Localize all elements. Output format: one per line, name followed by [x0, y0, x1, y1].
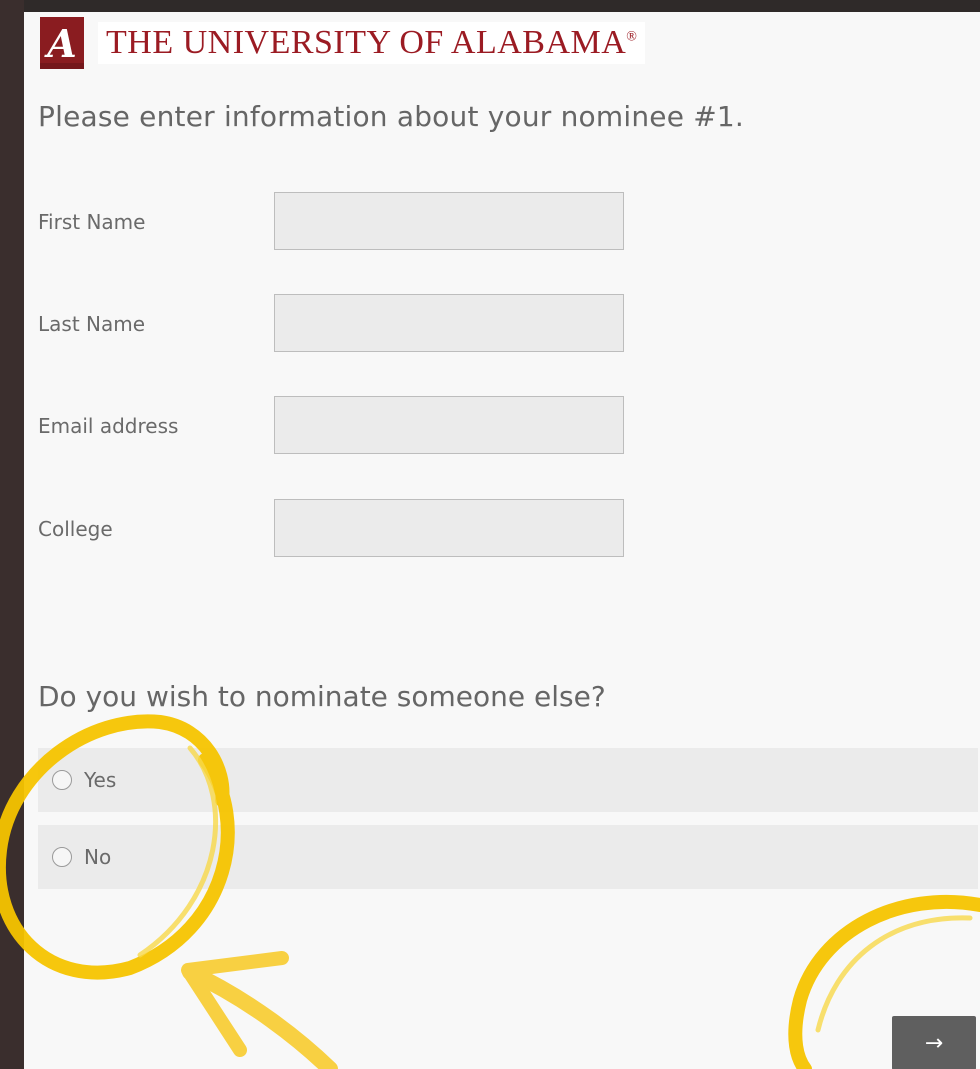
- nominee-prompt: Please enter information about your nomi…: [38, 100, 745, 133]
- choice-yes-label: Yes: [84, 768, 117, 792]
- college-row: College: [38, 499, 638, 561]
- choice-yes[interactable]: Yes: [38, 748, 978, 812]
- right-arrow-icon: →: [924, 1030, 944, 1056]
- script-a-logo-icon: A: [40, 17, 84, 69]
- email-row: Email address: [38, 396, 638, 458]
- last-name-row: Last Name: [38, 294, 638, 356]
- last-name-input[interactable]: [274, 294, 624, 352]
- radio-yes[interactable]: [52, 770, 72, 790]
- college-input[interactable]: [274, 499, 624, 557]
- next-button[interactable]: →: [892, 1016, 976, 1069]
- registered-mark: ®: [626, 29, 638, 45]
- first-name-input[interactable]: [274, 192, 624, 250]
- nominate-again-question: Do you wish to nominate someone else?: [38, 680, 606, 713]
- university-name-text: THE UNIVERSITY OF ALABAMA: [106, 24, 627, 61]
- university-logo: A THE UNIVERSITY OF ALABAMA®: [40, 12, 692, 74]
- last-name-label: Last Name: [38, 312, 146, 336]
- first-name-label: First Name: [38, 210, 146, 234]
- left-frame-rail: [0, 0, 24, 1069]
- choice-no-label: No: [84, 845, 112, 869]
- radio-no[interactable]: [52, 847, 72, 867]
- university-name: THE UNIVERSITY OF ALABAMA®: [98, 22, 646, 64]
- first-name-row: First Name: [38, 192, 638, 254]
- college-label: College: [38, 517, 113, 541]
- top-frame-bar: [0, 0, 980, 12]
- survey-page: A THE UNIVERSITY OF ALABAMA® Please ente…: [24, 12, 980, 1069]
- choice-no[interactable]: No: [38, 825, 978, 889]
- email-input[interactable]: [274, 396, 624, 454]
- email-label: Email address: [38, 414, 179, 438]
